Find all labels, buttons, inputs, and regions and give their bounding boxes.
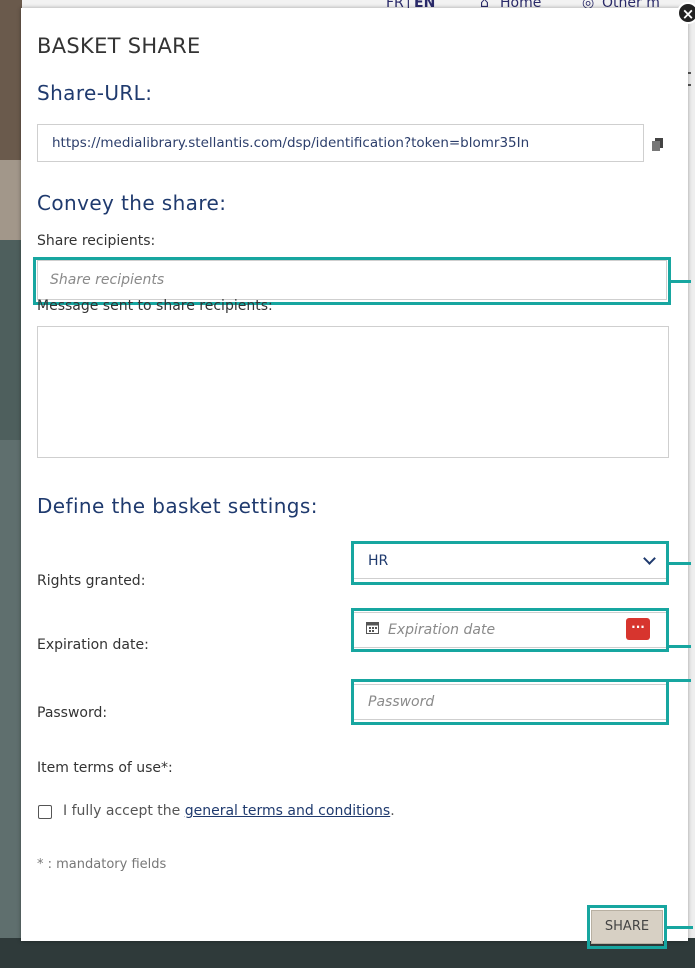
password-label: Password:: [37, 705, 108, 721]
basket-share-modal: BASKET SHARE Share-URL: https://medialib…: [21, 8, 693, 949]
rights-label: Rights granted:: [37, 573, 146, 589]
message-textarea[interactable]: [37, 326, 669, 458]
close-icon[interactable]: ×: [677, 2, 695, 24]
chevron-down-icon: [643, 552, 656, 565]
rights-selected-value: HR: [368, 553, 389, 569]
settings-heading: Define the basket settings:: [37, 494, 318, 518]
password-input[interactable]: [353, 684, 667, 720]
expiration-date-input[interactable]: [353, 612, 667, 648]
highlight-connector: [669, 645, 691, 648]
share-url-field[interactable]: https://medialibrary.stellantis.com/dsp/…: [37, 124, 644, 162]
terms-link[interactable]: general terms and conditions: [185, 803, 390, 819]
convey-heading: Convey the share:: [37, 191, 227, 215]
highlight-connector: [667, 926, 693, 929]
rights-select[interactable]: HR: [353, 543, 667, 579]
message-label: Message sent to share recipients:: [37, 298, 273, 314]
copy-icon[interactable]: [652, 138, 664, 152]
share-url-heading: Share-URL:: [37, 81, 153, 105]
modal-title: BASKET SHARE: [37, 34, 201, 58]
mandatory-note: * : mandatory fields: [37, 857, 167, 872]
recipients-label: Share recipients:: [37, 233, 156, 249]
highlight-connector: [669, 679, 691, 682]
calendar-icon: [366, 622, 379, 634]
terms-label: Item terms of use*:: [37, 760, 173, 776]
accept-terms-suffix: .: [390, 803, 395, 819]
highlight-connector: [671, 280, 691, 283]
accept-terms-prefix: I fully accept the: [63, 803, 185, 819]
recipients-input[interactable]: [37, 260, 667, 300]
calendar-button[interactable]: ···: [626, 618, 650, 640]
share-button[interactable]: SHARE: [591, 910, 663, 944]
highlight-connector: [669, 562, 691, 565]
background-image-strip: [0, 0, 22, 968]
expiration-label: Expiration date:: [37, 637, 149, 653]
accept-terms-text: I fully accept the general terms and con…: [63, 803, 395, 819]
accept-terms-checkbox[interactable]: [38, 805, 52, 819]
